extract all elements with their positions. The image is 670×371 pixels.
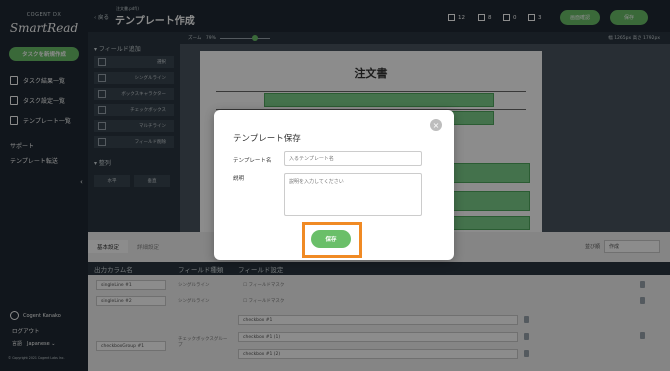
template-name-label: テンプレート名 <box>233 158 272 164</box>
close-icon[interactable]: × <box>430 119 442 131</box>
description-input[interactable] <box>284 173 422 216</box>
save-template-dialog: テンプレート保存 × テンプレート名 説明 保存 <box>214 110 454 260</box>
description-label: 説明 <box>233 176 245 182</box>
template-name-input[interactable] <box>284 151 422 166</box>
dialog-title: テンプレート保存 <box>233 134 301 144</box>
dialog-save-button[interactable]: 保存 <box>311 230 351 248</box>
